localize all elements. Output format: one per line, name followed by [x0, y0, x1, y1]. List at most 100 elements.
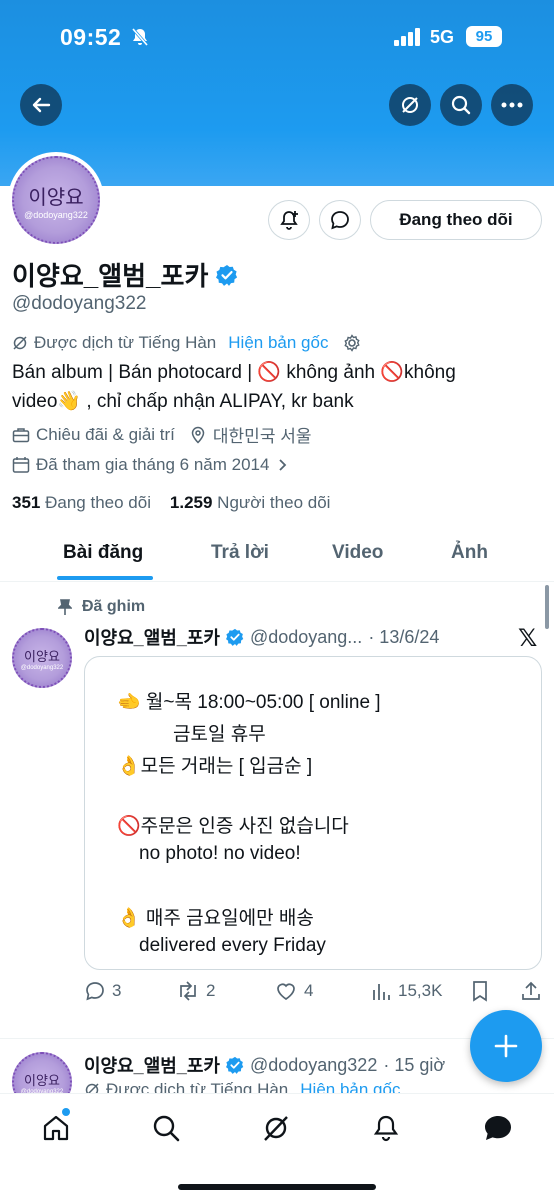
translation-note: Được dịch từ Tiếng Hàn Hiện bản gốc — [12, 333, 362, 353]
search-icon — [153, 1115, 180, 1142]
repost-action[interactable]: 2 — [176, 980, 215, 1002]
profile-bio: Bán album | Bán photocard | 🚫 không ảnh … — [12, 358, 542, 416]
followers-count: 1.259 — [169, 493, 213, 512]
joined-date: Đã tham gia tháng 6 năm 2014 — [36, 455, 270, 474]
profile-joined[interactable]: Đã tham gia tháng 6 năm 2014 — [12, 455, 289, 475]
scrollbar[interactable] — [545, 585, 549, 629]
show-original-link[interactable]: Hiện bản gốc — [228, 333, 328, 353]
verified-badge-icon — [225, 1056, 244, 1074]
following-label: Đang theo dõi — [45, 493, 151, 512]
followers-stat[interactable]: 1.259 Người theo dõi — [170, 493, 331, 512]
signal-icon — [394, 28, 422, 51]
views-count: 15,3K — [398, 981, 443, 1000]
home-icon — [43, 1115, 69, 1141]
avatar-text: 이양요 — [28, 186, 84, 209]
tab-posts[interactable]: Bài đăng — [63, 542, 143, 564]
profile-handle: @dodoyang322 — [12, 293, 147, 314]
search-icon — [451, 95, 471, 115]
card-line-6: 👌 매주 금요일에만 배송 — [117, 908, 314, 929]
post-date: · 13/6/24 — [368, 626, 440, 647]
profile-banner: 09:52 5G 95 — [0, 0, 554, 186]
heart-icon — [277, 983, 295, 1001]
translate-button[interactable] — [389, 84, 431, 126]
card-line-1: 🫲 월~목 18:00~05:00 [ online ] — [117, 692, 381, 713]
card-line-4: 🚫주문은 인증 사진 없습니다 — [117, 816, 349, 837]
post2-author-name[interactable]: 이양요_앨범_포카 — [84, 1052, 220, 1078]
message-button[interactable] — [319, 200, 361, 240]
gear-icon[interactable] — [342, 333, 362, 353]
post2-header: 이양요_앨범_포카 @dodoyang322 · 15 giờ — [84, 1052, 445, 1078]
bookmark-icon — [473, 981, 487, 1002]
following-button[interactable]: Đang theo dõi — [370, 200, 542, 240]
reply-count: 3 — [112, 981, 122, 1000]
message-icon — [331, 211, 349, 230]
translate-icon — [13, 336, 27, 350]
grok-icon — [264, 1116, 288, 1141]
nav-messages[interactable] — [478, 1108, 518, 1148]
card-line-3: 👌모든 거래는 [ 입금순 ] — [117, 756, 313, 777]
reply-action[interactable]: 3 — [84, 980, 121, 1002]
following-count: 351 — [12, 493, 41, 512]
card-line-7: delivered every Friday — [139, 935, 326, 956]
post-author-handle: @dodoyang... — [249, 626, 363, 647]
bell-icon — [373, 1115, 399, 1142]
like-count: 4 — [304, 981, 314, 1000]
bell-off-icon — [130, 27, 150, 52]
compose-button[interactable] — [470, 1010, 542, 1082]
profile-meta: Chiêu đãi & giải trí 대한민국 서울 — [12, 422, 311, 447]
briefcase-icon — [12, 427, 30, 442]
search-button[interactable] — [440, 84, 482, 126]
plus-icon — [494, 1034, 518, 1058]
post-actions: 3 2 4 15,3K — [84, 980, 544, 1008]
tab-replies[interactable]: Trả lời — [211, 542, 269, 564]
profile-category: Chiêu đãi & giải trí — [36, 424, 175, 444]
followers-label: Người theo dõi — [217, 493, 331, 512]
post2-time: · 15 giờ — [383, 1054, 446, 1075]
tab-photos[interactable]: Ảnh — [451, 542, 488, 564]
bookmark-action[interactable] — [470, 980, 490, 1002]
post-card[interactable]: 🫲 월~목 18:00~05:00 [ online ] 금토일 휴무 👌모든 … — [84, 656, 542, 970]
nav-grok[interactable] — [256, 1108, 296, 1148]
profile-location: 대한민국 서울 — [212, 427, 312, 446]
bio-line-1: Bán album | Bán photocard | 🚫 không ảnh … — [12, 362, 456, 383]
more-button[interactable] — [491, 84, 533, 126]
status-time: 09:52 — [60, 24, 122, 50]
share-icon — [522, 981, 540, 1000]
reply-icon — [86, 982, 104, 1001]
post-author-name[interactable]: 이양요_앨범_포카 — [84, 624, 220, 650]
back-button[interactable] — [20, 84, 62, 126]
avatar-subtext: @dodoyang322 — [24, 209, 88, 220]
x-logo-icon[interactable]: 𝕏 — [518, 624, 537, 653]
calendar-icon — [12, 457, 30, 473]
like-action[interactable]: 4 — [274, 980, 313, 1002]
card-line-5: no photo! no video! — [139, 843, 301, 864]
bio-line-2: video👋 , chỉ chấp nhận ALIPAY, kr bank — [12, 391, 354, 412]
verified-badge-icon — [225, 628, 244, 646]
nav-search[interactable] — [146, 1108, 186, 1148]
display-name: 이양요_앨범_포카 — [12, 261, 209, 291]
tab-videos[interactable]: Video — [332, 542, 383, 564]
views-icon — [373, 984, 390, 1000]
bell-plus-icon — [280, 211, 298, 230]
following-stat[interactable]: 351 Đang theo dõi — [12, 493, 151, 512]
verified-badge-icon — [216, 264, 238, 286]
post-avatar[interactable]: 이양요 @dodoyang322 — [12, 628, 72, 688]
network-type: 5G — [430, 27, 455, 47]
repost-icon — [180, 981, 196, 1001]
notify-button[interactable] — [268, 200, 310, 240]
status-bar: 09:52 5G 95 — [0, 22, 554, 52]
profile-tabs: Bài đăng Trả lời Video Ảnh — [0, 526, 554, 582]
more-icon — [501, 102, 523, 108]
nav-notifications[interactable] — [366, 1108, 406, 1148]
chevron-right-icon — [279, 459, 287, 471]
post-avatar-subtext: @dodoyang322 — [20, 664, 64, 671]
battery-indicator: 95 — [466, 26, 502, 47]
post2-author-handle: @dodoyang322 — [249, 1054, 378, 1075]
share-action[interactable] — [520, 980, 542, 1002]
nav-home[interactable] — [36, 1108, 76, 1148]
profile-avatar[interactable]: 이양요 @dodoyang322 — [8, 152, 104, 248]
repost-count: 2 — [206, 981, 216, 1000]
translate-icon — [402, 97, 418, 113]
views-action[interactable]: 15,3K — [370, 980, 442, 1002]
pinned-text: Đã ghim — [82, 598, 146, 615]
